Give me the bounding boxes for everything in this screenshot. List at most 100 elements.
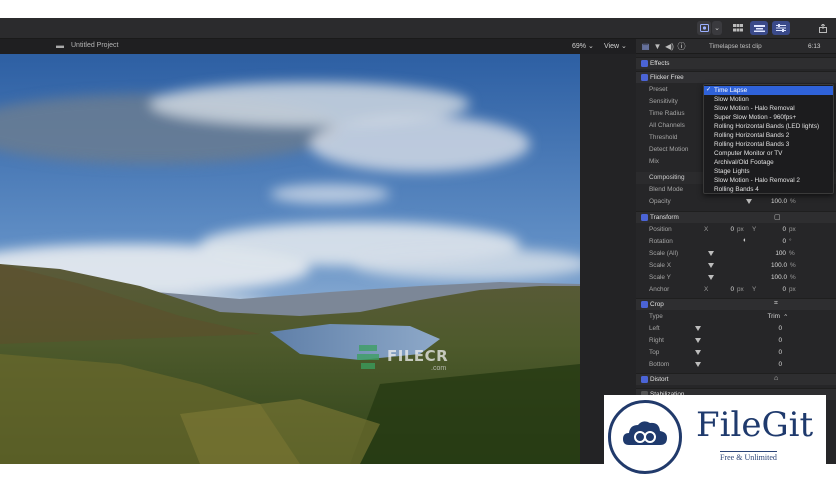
menu-item-stage-lights[interactable]: Stage Lights [704,167,833,176]
scale-x-slider[interactable] [708,263,714,268]
scale-y-slider[interactable] [708,275,714,280]
crop-right-slider[interactable] [695,338,701,343]
menu-item-super-slow-motion[interactable]: Super Slow Motion - 960fps+ [704,113,833,122]
scale-x-unit: % [790,262,796,269]
video-inspector-icon[interactable]: ▤ [641,42,650,51]
transform-section[interactable]: Transform ▢ [636,211,836,223]
transform-onscreen-icon[interactable]: ▢ [774,213,781,221]
menu-item-slow-motion-halo-2[interactable]: Slow Motion - Halo Removal 2 [704,176,833,185]
flicker-free-checkbox[interactable] [641,74,648,81]
scale-all-slider[interactable] [708,251,714,256]
effects-section[interactable]: Effects [636,57,836,69]
filegit-title: FileGit [696,405,814,445]
anchor-y-unit: px [789,286,796,293]
distort-section[interactable]: Distort ⌂ [636,373,836,385]
crop-right-row[interactable]: Right 0 [636,335,836,347]
crop-top-value[interactable]: 0 [774,349,782,356]
position-row[interactable]: Position X 0 px Y 0 px [636,224,836,236]
menu-item-time-lapse[interactable]: ✓ Time Lapse [704,86,833,95]
scale-all-value[interactable]: 100 [764,250,786,257]
rotation-value[interactable]: 0 [774,238,786,245]
scale-y-row[interactable]: Scale Y 100.0 % [636,272,836,284]
position-y-unit: px [789,226,796,233]
sensitivity-label: Sensitivity [649,98,678,105]
opacity-value[interactable]: 100.0 [762,198,787,205]
menu-item-rolling-bands-2[interactable]: Rolling Horizontal Bands 2 [704,131,833,140]
chevron-down-icon[interactable]: ⌄ [621,43,627,50]
rotation-dial-icon[interactable]: ◐ [743,237,747,244]
menu-item-rolling-bands-4[interactable]: Rolling Bands 4 [704,185,833,194]
info-icon[interactable]: ⓘ [677,42,686,51]
crop-onscreen-icon[interactable]: ⌗ [774,300,778,308]
scale-y-value[interactable]: 100.0 [762,274,787,281]
menu-item-computer-monitor[interactable]: Computer Monitor or TV [704,149,833,158]
effects-checkbox[interactable] [641,60,648,67]
opacity-row[interactable]: Opacity 100.0 % [636,196,836,208]
menu-item-rolling-bands-led[interactable]: Rolling Horizontal Bands (LED lights) [704,122,833,131]
viewer-header: ▬ Untitled Project 69% ⌄ View ⌄ [0,39,636,54]
scale-y-unit: % [790,274,796,281]
crop-bottom-label: Bottom [649,361,670,368]
anchor-row[interactable]: Anchor X 0 px Y 0 px [636,284,836,296]
transform-checkbox[interactable] [641,214,648,221]
flicker-free-section[interactable]: Flicker Free [636,71,836,83]
detect-motion-label: Detect Motion [649,146,689,153]
checkmark-icon: ✓ [706,87,712,93]
distort-checkbox[interactable] [641,376,648,383]
crop-bottom-slider[interactable] [695,362,701,367]
zoom-value[interactable]: 69% [572,43,586,50]
scale-x-row[interactable]: Scale X 100.0 % [636,260,836,272]
chevron-down-icon[interactable]: ⌄ [588,43,594,50]
preset-dropdown-menu[interactable]: ✓ Time Lapse Slow Motion Slow Motion - Ha… [703,84,834,194]
crop-bottom-value[interactable]: 0 [774,361,782,368]
crop-left-row[interactable]: Left 0 [636,323,836,335]
crop-right-value[interactable]: 0 [774,337,782,344]
menu-item-slow-motion[interactable]: Slow Motion [704,95,833,104]
filecr-text: FILECR [387,347,449,365]
crop-type-row[interactable]: Type Trim ⌃ [636,311,836,323]
position-y-axis: Y [752,226,757,233]
position-x-unit: px [737,226,744,233]
crop-left-label: Left [649,325,660,332]
crop-type-value[interactable]: Trim [764,313,780,320]
crop-bottom-row[interactable]: Bottom 0 [636,359,836,371]
distort-onscreen-icon[interactable]: ⌂ [774,375,778,382]
scale-x-value[interactable]: 100.0 [762,262,787,269]
view-menu[interactable]: View ⌄ [604,42,627,50]
clapperboard-icon: ▬ [56,41,64,50]
crop-top-row[interactable]: Top 0 [636,347,836,359]
audio-icon[interactable]: ◀) [665,42,674,51]
anchor-y-value[interactable]: 0 [774,286,786,293]
rotation-row[interactable]: Rotation ◐ 0 ° [636,236,836,248]
media-browser-icon[interactable] [697,21,711,35]
timeline-icon[interactable] [750,21,768,35]
chevron-updown-icon[interactable]: ⌃ [783,313,788,321]
crop-checkbox[interactable] [641,301,648,308]
video-viewer[interactable] [0,54,580,464]
top-toolbar: ⌄ [0,18,836,39]
crop-left-slider[interactable] [695,326,701,331]
share-icon[interactable] [816,21,830,35]
menu-item-rolling-bands-3[interactable]: Rolling Horizontal Bands 3 [704,140,833,149]
view-menu-label[interactable]: View [604,43,619,50]
anchor-x-value[interactable]: 0 [722,286,734,293]
filegit-logo [608,400,682,474]
inspector-icon[interactable] [772,21,790,35]
chevron-down-icon[interactable]: ⌄ [712,21,722,35]
position-x-value[interactable]: 0 [722,226,734,233]
browser-grid-icon[interactable] [730,21,746,35]
filter-icon[interactable]: ▼ [653,42,662,51]
position-x-axis: X [704,226,709,233]
crop-top-slider[interactable] [695,350,701,355]
crop-right-label: Right [649,337,664,344]
scale-all-row[interactable]: Scale (All) 100 % [636,248,836,260]
menu-item-archival-footage[interactable]: Archival/Old Footage [704,158,833,167]
crop-section[interactable]: Crop ⌗ [636,298,836,310]
zoom-menu[interactable]: 69% ⌄ [572,42,594,50]
opacity-label: Opacity [649,198,671,205]
position-y-value[interactable]: 0 [774,226,786,233]
opacity-slider[interactable] [746,199,752,204]
menu-item-slow-motion-halo[interactable]: Slow Motion - Halo Removal [704,104,833,113]
crop-left-value[interactable]: 0 [774,325,782,332]
scale-all-label: Scale (All) [649,250,679,257]
